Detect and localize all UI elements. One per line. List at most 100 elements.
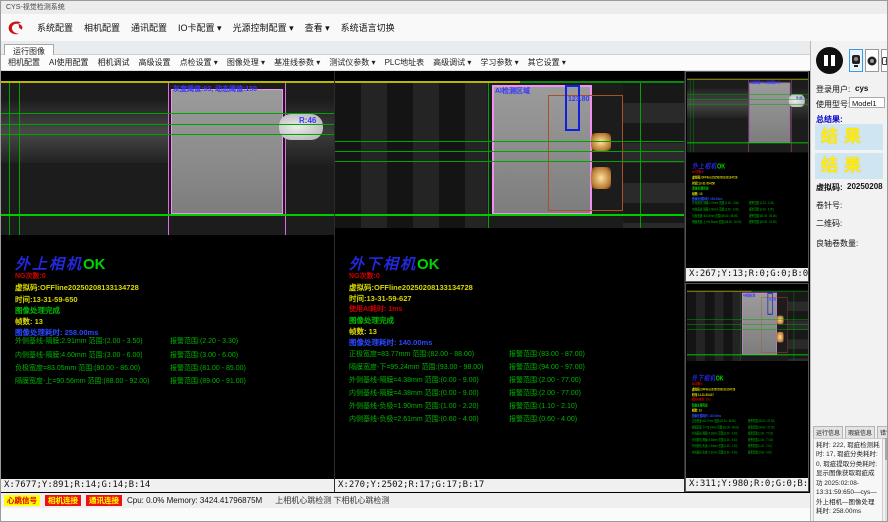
ai-time-label: 使用AI耗时: 1ms (349, 304, 402, 314)
alarm-range: 报警范围:(2.20 - 3.30) (749, 201, 774, 206)
model-label: 使用型号: (816, 99, 850, 110)
ng-count-label: NG次数:0 (15, 271, 46, 281)
tool-camera-debug[interactable]: 相机调试 (98, 57, 130, 68)
alarm-range: 报警范围:(2.20 - 3.30) (170, 336, 238, 346)
mini-panel-top[interactable]: 灰度阈值:93, 动态阈值:150 R:46 外上相机OK NG次数:0 虚拟码… (685, 71, 809, 282)
measure-line (1, 134, 334, 135)
result-ok-label: OK (83, 256, 106, 273)
width-value-label: 123.80 (568, 96, 589, 103)
result-box-upper: 结果 (815, 124, 883, 150)
tool-image-processing[interactable]: 图像处理 ▾ (227, 57, 265, 68)
pixel-coordinate-statusbar: X:267;Y:13;R:0;G:0;B:0 (686, 268, 808, 281)
mini-panel-bottom[interactable]: AI检测区域 123.80 外下相机OK NG次数:0 虚拟码:OFFline2… (685, 283, 809, 492)
tool-advanced-settings[interactable]: 高级设置 (139, 57, 171, 68)
measure-value: 内侧基线-隔膜=4.38mm 范围:(0.00 - 9.00) (692, 438, 737, 441)
threshold-label: 灰度阈值:93, 动态阈值:150 (750, 80, 781, 85)
camera-image-viewport[interactable]: AI检测区域 123.80 (687, 292, 809, 361)
product-region (749, 83, 790, 143)
measurement-row: 隔膜宽度-上=90.56mm 范围:(88.00 - 92.00)报警范围:(8… (692, 220, 807, 225)
pause-icon (824, 55, 828, 66)
exit-button[interactable] (881, 49, 888, 72)
time-label: 时间:13-31-59-650 (15, 294, 78, 305)
measure-value: 隔膜宽度-上=90.56mm 范围:(88.00 - 92.00) (15, 378, 149, 385)
alarm-range: 报警范围:(2.00 - 77.00) (509, 375, 581, 385)
width-roi-rectangle (565, 85, 580, 131)
time-label: 时间:13-31-59-627 (349, 293, 412, 304)
tool-camera-config[interactable]: 相机配置 (8, 57, 40, 68)
measurement-row: 外侧基线-负极=1.90mm 范围:(1.00 - 2.20)报警范围:(1.1… (692, 444, 802, 449)
measure-value: 外侧基线-负极=1.90mm 范围:(1.00 - 2.20) (349, 403, 479, 410)
camera-icon (851, 54, 861, 68)
camera-image-viewport[interactable]: AI检测区域 123.80 (335, 83, 684, 228)
measure-value: 外侧基线-隔膜=4.38mm 范围:(0.00 - 9.00) (349, 377, 479, 384)
pause-icon (831, 55, 835, 66)
measure-value: 内侧基线-隔膜:4.60mm 范围:(3.00 - 6.00) (692, 208, 739, 211)
r-value-label: R:46 (796, 96, 802, 100)
menu-item-system-config[interactable]: 系统配置 (37, 21, 73, 34)
virtual-code-label: 虚拟码:OFFline20250208133134728 (15, 282, 139, 293)
alarm-range: 报警范围:(3.00 - 6.00) (749, 207, 774, 212)
ng-count-label: NG次数:0 (349, 271, 380, 281)
measurement-row: 内侧基线-隔膜=4.38mm 范围:(0.00 - 9.00)报警范围:(2.0… (349, 388, 664, 398)
alarm-range: 报警范围:(89.00 - 91.00) (170, 376, 246, 386)
alarm-range: 报警范围:(89.00 - 91.00) (749, 220, 777, 225)
menu-item-language-switch[interactable]: 系统语言切换 (341, 21, 395, 34)
model-select[interactable]: Model1 (849, 97, 885, 108)
tool-other-settings[interactable]: 其它设置 ▾ (528, 57, 566, 68)
measure-value: 外侧基线-隔膜:2.91mm 范围:(2.00 - 3.50) (692, 202, 739, 205)
measurement-row: 内侧基线-负极=2.61mm 范围:(0.60 - 4.00)报警范围:(0.6… (692, 450, 802, 455)
camera-image-viewport[interactable]: 灰度阈值:93, 动态阈值:150 R:46 (1, 83, 334, 235)
frame-count-label: 帧数: 13 (15, 316, 43, 327)
edge-detect-line (9, 83, 10, 235)
comm-connection-badge: 通讯连接 (86, 495, 122, 506)
mini-camera-view: 灰度阈值:93, 动态阈值:150 R:46 外上相机OK NG次数:0 虚拟码… (687, 74, 809, 282)
measurement-row: 内侧基线-隔膜:4.60mm 范围:(3.00 - 6.00)报警范围:(3.0… (15, 350, 330, 360)
measurement-row: 正极宽度=83.77mm 范围:(82.00 - 88.00)报警范围:(83.… (692, 419, 802, 424)
menu-bar: 系统配置 相机配置 通讯配置 IO卡配置 ▾ 光源控制配置 ▾ 查看 ▾ 系统语… (1, 14, 887, 41)
tool-spot-check[interactable]: 点检设置 ▾ (180, 57, 218, 68)
alarm-range: 报警范围:(2.00 - 77.00) (748, 438, 773, 443)
camera-panel-outer-lower: AI检测区域 123.80 外下相机OK NG次数:0 虚拟码:OFFline2… (335, 71, 685, 492)
pixel-coordinate-statusbar: X:270;Y:2502;R:17;G:17;B:17 (335, 479, 684, 492)
log-output[interactable]: 耗时: 222, 瑕疵检测耗时: 17, 瑕疵分类耗时: 0, 瑕疵提取分类耗时… (813, 438, 883, 522)
measurement-row: 外侧基线-隔膜=4.38mm 范围:(0.00 - 9.00) 报警范围:(2.0… (349, 375, 664, 385)
alarm-range: 报警范围:(94.00 - 97.00) (748, 425, 775, 430)
alarm-range: 报警范围:(94.00 - 97.00) (509, 362, 585, 372)
menu-item-view[interactable]: 查看 ▾ (305, 21, 330, 34)
menu-item-io-config[interactable]: IO卡配置 ▾ (178, 21, 222, 34)
camera-image-viewport[interactable]: 灰度阈值:93, 动态阈值:150 R:46 (687, 80, 809, 153)
measurement-row: 外侧基线-隔膜:2.91mm 范围:(2.00 - 3.50)报警范围:(2.2… (15, 336, 330, 346)
tool-plc-address-table[interactable]: PLC地址表 (385, 57, 425, 68)
measurement-row: 负极宽度=83.05mm 范围:(80.00 - 86.00)报警范围:(81.… (692, 214, 807, 219)
mini-camera-view: AI检测区域 123.80 外下相机OK NG次数:0 虚拟码:OFFline2… (687, 286, 809, 492)
record-mode-button[interactable] (865, 49, 879, 72)
ng-count-label: NG次数:0 (692, 382, 703, 387)
virtual-code-label: 虚拟码:OFFline20250208133134728 (692, 175, 737, 180)
pause-button[interactable] (816, 47, 843, 74)
virtual-code-field-value: 20250208 (847, 182, 883, 191)
camera-mode-button[interactable] (849, 49, 863, 72)
tool-ai-config[interactable]: AI使用配置 (49, 57, 89, 68)
menu-item-comm-config[interactable]: 通讯配置 (131, 21, 167, 34)
tool-baseline-params[interactable]: 基准线参数 ▾ (274, 57, 320, 68)
ai-area-label: AI检测区域 (495, 86, 530, 96)
tool-tester-params[interactable]: 测试仪参数 ▾ (329, 57, 375, 68)
machine-background (623, 83, 684, 228)
measurement-row: 内侧基线-隔膜:4.60mm 范围:(3.00 - 6.00) 报警范围:(3.0… (692, 207, 807, 212)
alarm-range: 报警范围:(2.00 - 77.00) (509, 388, 581, 398)
machine-background (687, 292, 740, 361)
alarm-range: 报警范围:(0.60 - 4.00) (748, 450, 772, 455)
control-sidebar: 登录用户: cys 使用型号: Model1 总结果: 结果 结果 虚拟码: 2… (810, 41, 888, 522)
tool-advanced-debug[interactable]: 高级调试 ▾ (433, 57, 471, 68)
bottom-filler (1, 508, 810, 522)
alarm-range: 报警范围:(3.00 - 6.00) (170, 350, 238, 360)
edge-detect-line (19, 83, 20, 235)
tool-learning-params[interactable]: 学习参数 ▾ (480, 57, 518, 68)
window-title: CYS-视觉检测系统 (6, 4, 65, 11)
menu-item-camera-config[interactable]: 相机配置 (84, 21, 120, 34)
alarm-range: 报警范围:(1.10 - 2.10) (748, 444, 772, 449)
roi-boundary-line (285, 83, 286, 235)
processing-done-label: 图像处理完成 (349, 315, 394, 326)
bright-spot (777, 332, 784, 343)
menu-item-light-config[interactable]: 光源控制配置 ▾ (233, 21, 294, 34)
